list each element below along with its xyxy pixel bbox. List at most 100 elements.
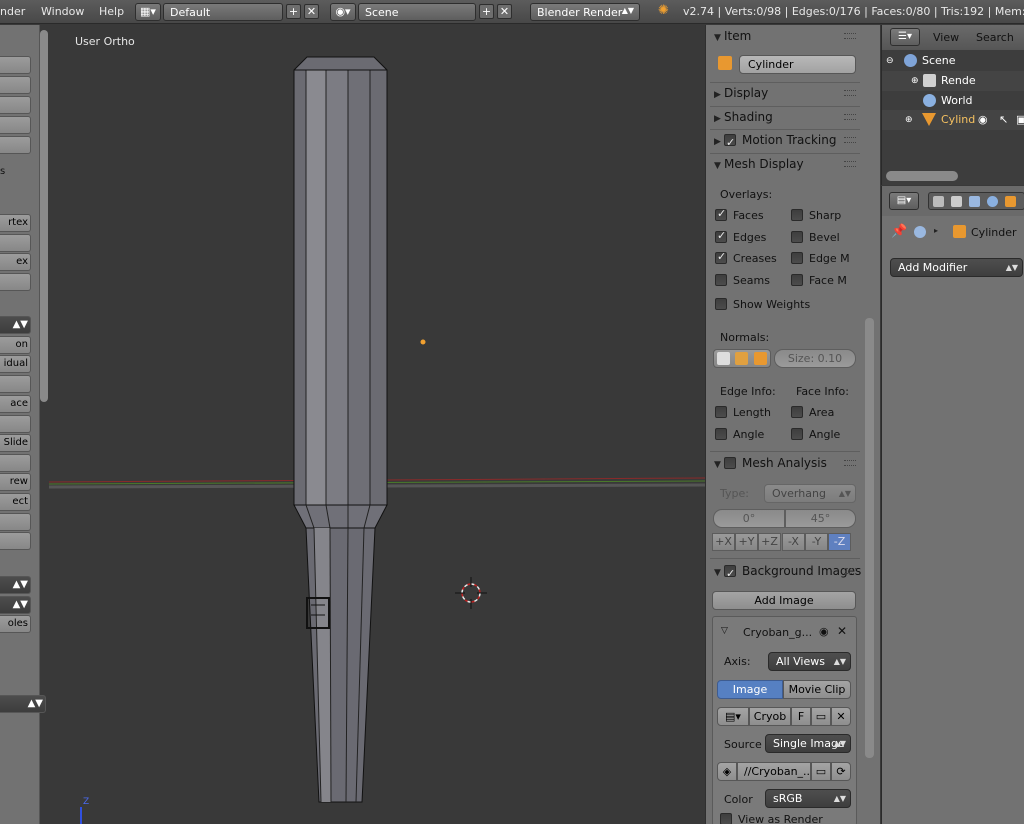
tool-button-on[interactable]: on (0, 336, 31, 354)
pin-icon[interactable]: 📌 (891, 224, 907, 239)
edges-checkbox[interactable] (715, 229, 727, 243)
object-tab-icon[interactable] (1005, 196, 1016, 207)
n-panel-scrollbar[interactable] (865, 318, 874, 758)
3d-viewport[interactable]: User Ortho Z (49, 25, 705, 824)
edge-marks-checkbox-row[interactable]: Edge M (791, 252, 850, 265)
tab-movie-clip[interactable]: Movie Clip (783, 680, 851, 699)
close-scene-icon[interactable]: ✕ (497, 4, 512, 19)
vertex-normals-icon[interactable] (717, 352, 730, 365)
menu-help[interactable]: Help (99, 5, 124, 18)
face-normals-icon[interactable] (754, 352, 767, 365)
remove-bg-image-icon[interactable]: ✕ (837, 624, 847, 638)
motion-tracking-checkbox[interactable] (724, 132, 736, 154)
tool-button[interactable] (0, 76, 31, 94)
color-space-select[interactable]: sRGB ▲▼ (765, 789, 851, 808)
seams-checkbox[interactable] (715, 274, 727, 286)
outliner-editor-type-icon[interactable]: ☰▾ (890, 28, 920, 46)
bevel-checkbox[interactable] (791, 231, 803, 243)
face-marks-checkbox-row[interactable]: Face M (791, 274, 847, 287)
axis-minus-y-button[interactable]: -Y (805, 533, 828, 551)
sharp-checkbox[interactable] (791, 209, 803, 221)
tool-button[interactable] (0, 273, 31, 291)
creases-checkbox-row[interactable]: Creases (715, 250, 777, 265)
properties-editor-type-icon[interactable]: ▤▾ (889, 192, 919, 210)
expand-icon[interactable]: ⊕ (905, 110, 913, 130)
analysis-type-select[interactable]: Overhang ▲▼ (764, 484, 856, 503)
collapse-icon[interactable]: ⊖ (886, 51, 894, 71)
add-image-button[interactable]: Add Image (712, 591, 856, 610)
bevel-checkbox-row[interactable]: Bevel (791, 231, 840, 244)
tool-dropdown[interactable]: ▲▼ (0, 576, 31, 594)
tool-button[interactable] (0, 532, 31, 550)
creases-checkbox[interactable] (715, 250, 727, 264)
tool-shelf-scrollbar[interactable] (40, 30, 48, 402)
close-layout-icon[interactable]: ✕ (304, 4, 319, 19)
world-tab-icon[interactable] (987, 196, 998, 207)
sharp-checkbox-row[interactable]: Sharp (791, 209, 841, 222)
view-as-render-checkbox[interactable] (720, 813, 732, 824)
outliner-hscrollbar[interactable] (886, 171, 958, 181)
axis-minus-z-button[interactable]: -Z (828, 533, 851, 551)
bg-image-expand-icon[interactable]: ▽ (721, 626, 728, 636)
unlink-image-icon[interactable]: ✕ (831, 707, 851, 726)
add-scene-icon[interactable]: + (479, 4, 494, 19)
background-images-checkbox[interactable] (724, 563, 736, 585)
background-images-panel-header[interactable]: ▼Background Images (706, 560, 861, 585)
overhang-min-field[interactable]: 0° (713, 509, 785, 528)
selectable-cursor-icon[interactable]: ↖ (999, 110, 1008, 130)
shading-panel-header[interactable]: ▶ Shading (706, 106, 858, 128)
split-normals-icon[interactable] (735, 352, 748, 365)
tool-button[interactable] (0, 116, 31, 134)
render-layers-tab-icon[interactable] (951, 196, 962, 207)
properties-context-tabs[interactable] (928, 192, 1024, 210)
outliner-row-render[interactable]: ⊕ Rende (882, 71, 1024, 91)
outliner-view-menu[interactable]: View (933, 31, 959, 44)
display-panel-header[interactable]: ▶ Display (706, 82, 858, 104)
image-name-field[interactable]: Cryob (749, 707, 791, 726)
mesh-analysis-checkbox[interactable] (724, 456, 736, 469)
screen-layout-field[interactable]: Default (163, 3, 283, 21)
tool-button[interactable] (0, 234, 31, 252)
tool-button-holes[interactable]: oles (0, 615, 31, 633)
tool-button[interactable] (0, 454, 31, 472)
faces-checkbox[interactable] (715, 207, 727, 221)
filepath-field[interactable]: //Cryoban_... (737, 762, 811, 781)
mesh-analysis-panel-header[interactable]: ▼ Mesh Analysis (706, 452, 858, 474)
tool-dropdown[interactable]: ▲▼ (0, 316, 31, 334)
tool-dropdown[interactable]: ▲▼ (0, 596, 31, 614)
fake-user-button[interactable]: F (791, 707, 811, 726)
eye-icon[interactable]: ◉ (819, 625, 829, 638)
item-panel-header[interactable]: ▼ Item (706, 25, 858, 47)
tool-button[interactable] (0, 513, 31, 531)
render-engine-select[interactable]: Blender Render ▲▼ (530, 3, 640, 21)
object-name-field[interactable]: Cylinder (739, 55, 856, 74)
axis-select[interactable]: All Views ▲▼ (768, 652, 851, 671)
tool-button-vertex-2[interactable]: ex (0, 253, 31, 271)
axis-minus-x-button[interactable]: -X (782, 533, 805, 551)
scene-field[interactable]: Scene (358, 3, 476, 21)
reload-image-icon[interactable]: ⟳ (831, 762, 851, 781)
edge-marks-checkbox[interactable] (791, 252, 803, 264)
edges-checkbox-row[interactable]: Edges (715, 229, 766, 244)
face-angle-checkbox-row[interactable]: Angle (791, 428, 840, 441)
outliner-row-scene[interactable]: ⊖ Scene (882, 51, 1024, 71)
face-marks-checkbox[interactable] (791, 274, 803, 286)
tab-image[interactable]: Image (717, 680, 783, 699)
browse-file-icon[interactable]: ▭ (811, 762, 831, 781)
faces-checkbox-row[interactable]: Faces (715, 207, 764, 222)
edge-length-checkbox[interactable] (715, 406, 727, 418)
outliner-search-menu[interactable]: Search (976, 31, 1014, 44)
tool-button-slide[interactable]: Slide (0, 434, 31, 452)
show-weights-checkbox[interactable] (715, 298, 727, 310)
add-layout-icon[interactable]: + (286, 4, 301, 19)
face-area-checkbox[interactable] (791, 406, 803, 418)
axis-plus-z-button[interactable]: +Z (758, 533, 781, 551)
image-browse-icon[interactable]: ▤▾ (717, 707, 749, 726)
view-as-render-checkbox-row[interactable]: View as Render (720, 813, 823, 824)
outliner-row-world[interactable]: World (882, 91, 1024, 111)
edge-length-checkbox-row[interactable]: Length (715, 406, 771, 419)
overhang-max-field[interactable]: 45° (785, 509, 856, 528)
source-select[interactable]: Single Image ▲▼ (765, 734, 851, 753)
tool-button-select[interactable]: ect (0, 493, 31, 511)
pack-image-icon[interactable]: ◈ (717, 762, 737, 781)
